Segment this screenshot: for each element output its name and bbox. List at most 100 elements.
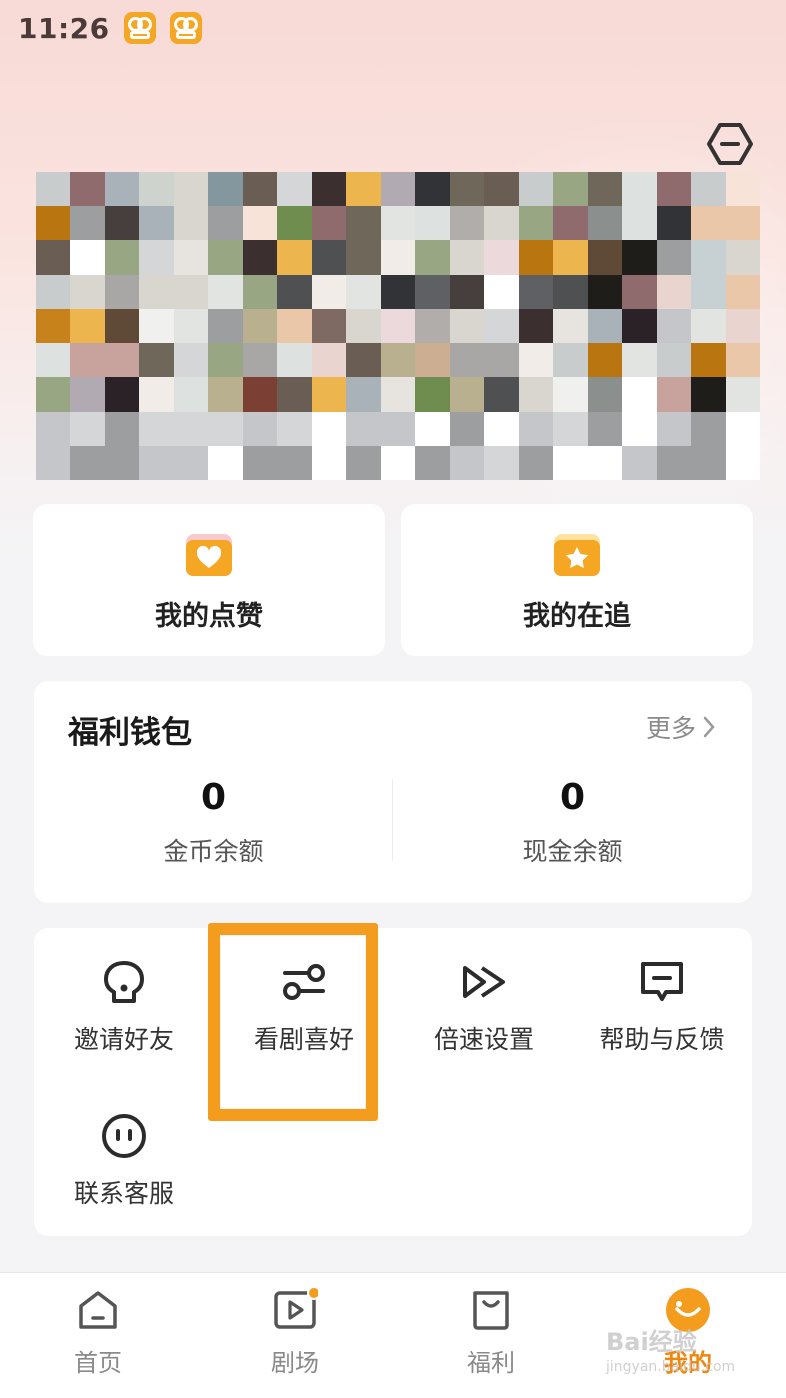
mosaic-tile <box>139 240 174 275</box>
mosaic-tile <box>173 206 209 241</box>
mosaic-tile <box>173 343 209 378</box>
mosaic-tile <box>139 377 174 412</box>
my-following-label: 我的在追 <box>523 601 631 632</box>
mosaic-tile <box>380 240 416 275</box>
invite-friends-item[interactable]: 邀请好友 <box>34 958 214 1056</box>
tools-card: 邀请好友 看剧喜好 倍速设置 帮助与反馈 联系客服 <box>34 928 752 1236</box>
customer-service-icon <box>102 1114 146 1158</box>
mosaic-tile <box>656 343 692 378</box>
cash-balance[interactable]: 0 现金余额 <box>393 777 752 868</box>
mosaic-tile <box>587 172 623 207</box>
mosaic-tile <box>104 274 140 309</box>
mosaic-tile <box>277 343 312 378</box>
mosaic-tile <box>518 377 554 412</box>
cash-balance-label: 现金余额 <box>522 837 623 866</box>
customer-service-item[interactable]: 联系客服 <box>34 1112 214 1210</box>
kuaishou-icon <box>123 12 156 44</box>
mosaic-tile <box>449 206 485 241</box>
mosaic-tile <box>622 308 657 344</box>
mosaic-tile <box>484 411 519 446</box>
mosaic-tile <box>587 308 623 344</box>
coin-balance[interactable]: 0 金币余额 <box>34 777 393 868</box>
mosaic-tile <box>518 172 554 207</box>
mosaic-tile <box>656 274 692 309</box>
mosaic-tile <box>656 445 692 480</box>
mosaic-tile <box>242 445 278 480</box>
mosaic-tile <box>622 172 657 207</box>
mosaic-tile <box>518 343 554 378</box>
mosaic-tile <box>311 274 347 309</box>
mosaic-tile <box>104 445 140 480</box>
mosaic-tile <box>553 240 588 275</box>
my-likes-card[interactable]: 我的点赞 <box>33 504 385 656</box>
hexagon-settings-icon[interactable] <box>706 122 754 166</box>
mosaic-tile <box>553 172 588 207</box>
invite-friend-icon <box>104 961 144 1003</box>
mosaic-tile <box>587 411 623 446</box>
mosaic-tile <box>656 206 692 241</box>
mosaic-tile <box>70 411 105 446</box>
mosaic-tile <box>622 411 657 446</box>
mosaic-tile <box>139 411 174 446</box>
mosaic-tile <box>104 172 140 207</box>
mosaic-tile <box>277 445 312 480</box>
mosaic-tile <box>208 411 243 446</box>
mosaic-tile <box>346 172 381 207</box>
tab-mine-label: 我的 <box>664 1349 712 1377</box>
mosaic-tile <box>380 343 416 378</box>
status-time: 11:26 <box>18 11 110 45</box>
my-likes-label: 我的点赞 <box>155 601 263 632</box>
mosaic-tile <box>139 308 174 344</box>
mosaic-tile <box>484 274 519 309</box>
bottom-tab-bar: 首页 剧场 福利 我的 <box>0 1272 786 1398</box>
mosaic-tile <box>587 445 623 480</box>
mosaic-tile <box>104 308 140 344</box>
mosaic-tile <box>208 445 243 480</box>
mosaic-tile <box>277 172 312 207</box>
mosaic-tile <box>518 240 554 275</box>
mosaic-tile <box>725 377 760 412</box>
mosaic-tile <box>36 308 71 344</box>
mosaic-tile <box>725 240 760 275</box>
mosaic-tile <box>553 445 588 480</box>
mosaic-tile <box>415 411 450 446</box>
mosaic-tile <box>311 172 347 207</box>
mosaic-tile <box>208 308 243 344</box>
wallet-more-label: 更多 <box>645 714 696 743</box>
mosaic-tile <box>587 274 623 309</box>
mosaic-tile <box>484 308 519 344</box>
mosaic-tile <box>691 172 726 207</box>
mosaic-tile <box>311 343 347 378</box>
mosaic-tile <box>622 445 657 480</box>
mosaic-tile <box>725 172 760 207</box>
mosaic-tile <box>104 343 140 378</box>
mosaic-tile <box>484 240 519 275</box>
mosaic-tile <box>36 445 71 480</box>
mosaic-tile <box>449 377 485 412</box>
mosaic-tile <box>725 445 760 480</box>
tab-home[interactable]: 首页 <box>38 1287 158 1378</box>
mosaic-tile <box>70 308 105 344</box>
mosaic-tile <box>415 274 450 309</box>
mosaic-tile <box>277 240 312 275</box>
mosaic-tile <box>346 206 381 241</box>
tab-mine[interactable]: 我的 <box>628 1287 748 1378</box>
mosaic-tile <box>518 274 554 309</box>
mosaic-tile <box>36 377 71 412</box>
mosaic-tile <box>587 240 623 275</box>
mosaic-tile <box>311 308 347 344</box>
status-bar: 11:26 <box>0 0 786 56</box>
wallet-more-link[interactable]: 更多 <box>646 709 716 745</box>
mosaic-tile <box>656 411 692 446</box>
help-feedback-item[interactable]: 帮助与反馈 <box>572 958 752 1056</box>
tab-welfare[interactable]: 福利 <box>431 1287 551 1378</box>
my-following-card[interactable]: 我的在追 <box>401 504 753 656</box>
mosaic-tile <box>277 377 312 412</box>
playback-speed-item[interactable]: 倍速设置 <box>394 958 574 1056</box>
mosaic-tile <box>242 172 278 207</box>
tab-theater[interactable]: 剧场 <box>235 1287 355 1378</box>
mosaic-tile <box>208 343 243 378</box>
mosaic-tile <box>36 343 71 378</box>
profile-info-blurred[interactable] <box>36 172 760 480</box>
mosaic-tile <box>104 240 140 275</box>
